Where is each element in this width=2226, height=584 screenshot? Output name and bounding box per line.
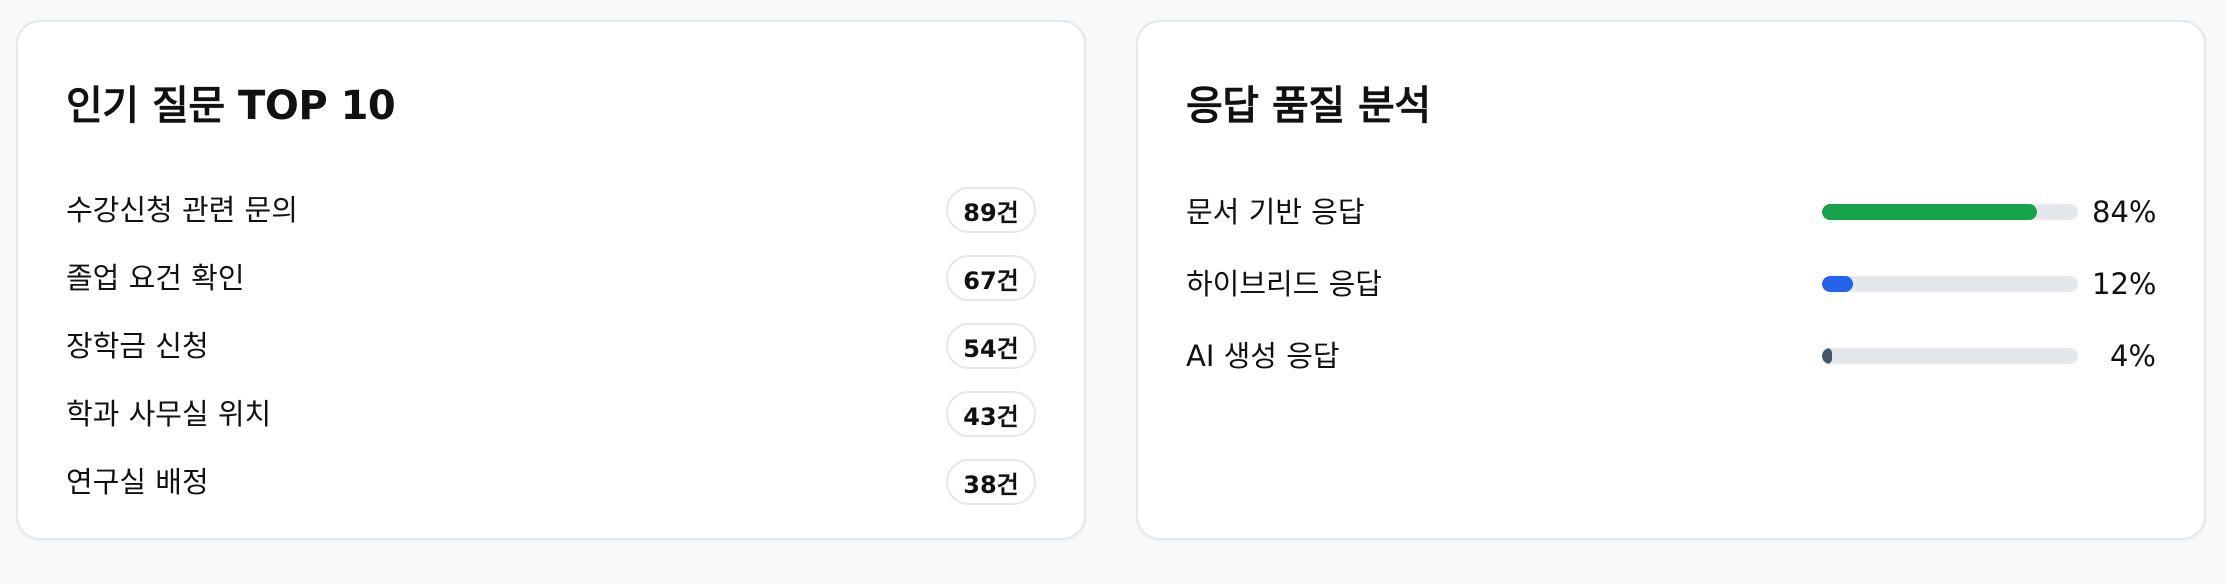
- progress-track: [1822, 204, 2078, 220]
- question-label: 장학금 신청: [66, 329, 209, 363]
- quality-metric: 하이브리드 응답 12%: [1186, 248, 2156, 320]
- question-label: 학과 사무실 위치: [66, 397, 272, 431]
- response-quality-list: 문서 기반 응답 84% 하이브리드 응답 12% AI 생성 응답 4%: [1186, 176, 2156, 392]
- popular-questions-title: 인기 질문 TOP 10: [66, 83, 396, 129]
- question-label: 연구실 배정: [66, 465, 209, 499]
- question-label: 수강신청 관련 문의: [66, 193, 298, 227]
- count-badge: 54건: [946, 323, 1036, 369]
- question-item[interactable]: 연구실 배정 38건: [66, 448, 1036, 516]
- question-item[interactable]: 장학금 신청 54건: [66, 312, 1036, 380]
- progress-track: [1822, 348, 2078, 364]
- count-badge: 89건: [946, 187, 1036, 233]
- question-item[interactable]: 수강신청 관련 문의 89건: [66, 176, 1036, 244]
- metric-percent: 12%: [2092, 267, 2157, 301]
- progress-fill: [1822, 348, 1833, 364]
- progress-track: [1822, 276, 2078, 292]
- metric-label: 문서 기반 응답: [1186, 195, 1365, 229]
- popular-questions-card: 인기 질문 TOP 10 수강신청 관련 문의 89건 졸업 요건 확인 67건…: [16, 20, 1086, 540]
- popular-questions-list: 수강신청 관련 문의 89건 졸업 요건 확인 67건 장학금 신청 54건 학…: [66, 176, 1036, 516]
- metric-label: AI 생성 응답: [1186, 339, 1340, 373]
- quality-metric: AI 생성 응답 4%: [1186, 320, 2156, 392]
- progress-fill: [1822, 204, 2038, 220]
- question-item[interactable]: 학과 사무실 위치 43건: [66, 380, 1036, 448]
- metric-percent: 84%: [2092, 195, 2157, 229]
- count-badge: 38건: [946, 459, 1036, 505]
- response-quality-title: 응답 품질 분석: [1186, 83, 1431, 129]
- count-badge: 67건: [946, 255, 1036, 301]
- count-badge: 43건: [946, 391, 1036, 437]
- question-item[interactable]: 졸업 요건 확인 67건: [66, 244, 1036, 312]
- quality-metric: 문서 기반 응답 84%: [1186, 176, 2156, 248]
- metric-percent: 4%: [2109, 339, 2156, 373]
- question-label: 졸업 요건 확인: [66, 261, 245, 295]
- metric-label: 하이브리드 응답: [1186, 267, 1382, 301]
- response-quality-card: 응답 품질 분석 문서 기반 응답 84% 하이브리드 응답 12% AI 생성…: [1136, 20, 2206, 540]
- progress-fill: [1822, 276, 1853, 292]
